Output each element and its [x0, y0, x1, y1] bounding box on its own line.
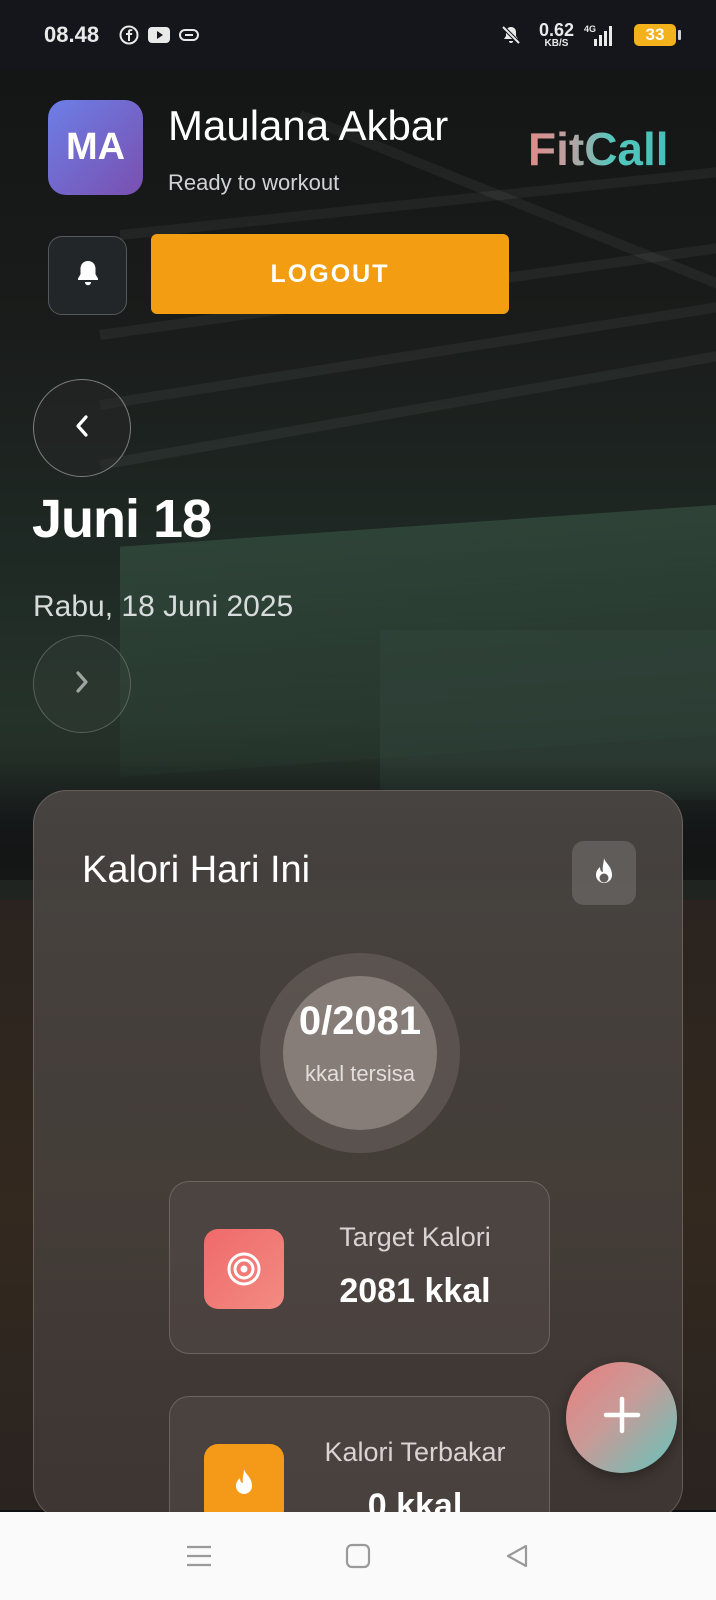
next-date-button[interactable] [33, 635, 131, 733]
stat-value: 2081 kkal [339, 1272, 491, 1310]
back-icon[interactable] [497, 1536, 537, 1576]
stat-label: Kalori Terbakar [324, 1437, 506, 1467]
logout-button[interactable]: LOGOUT [151, 234, 509, 314]
brand-logo: FitCall [528, 123, 669, 175]
svg-text:4G: 4G [584, 24, 596, 34]
target-icon [204, 1229, 284, 1309]
facebook-icon [117, 24, 141, 46]
youtube-icon [147, 24, 171, 46]
mute-icon [499, 24, 523, 46]
card-title: Kalori Hari Ini [82, 849, 311, 891]
menu-icon[interactable] [179, 1536, 219, 1576]
avatar[interactable]: MA [48, 100, 143, 195]
stat-target-calories: Target Kalori 2081 kkal [169, 1181, 550, 1354]
plus-icon [602, 1395, 642, 1440]
stat-burned-calories: Kalori Terbakar 0 kkal [169, 1396, 550, 1519]
stat-label: Target Kalori [339, 1222, 491, 1252]
net-speed: 0.62 KB/S [538, 20, 574, 49]
calorie-remaining-value: 0/2081 [298, 999, 422, 1043]
previous-date-button[interactable] [33, 379, 131, 477]
chevron-right-icon [72, 668, 92, 701]
calorie-remaining-label: kkal tersisa [304, 1061, 416, 1086]
link-icon [177, 24, 201, 46]
add-button[interactable] [566, 1362, 677, 1473]
status-time: 08.48 [44, 22, 100, 47]
flame-icon [572, 841, 636, 905]
flame-icon [204, 1444, 284, 1519]
date-subtitle: Rabu, 18 Juni 2025 [33, 590, 294, 623]
home-icon[interactable] [338, 1536, 378, 1576]
signal-icon: 4G [584, 24, 618, 46]
battery-icon: 33 [634, 24, 681, 46]
bell-icon [75, 259, 101, 292]
user-subtitle: Ready to workout [168, 170, 340, 195]
system-navigation-bar [0, 1512, 716, 1600]
notification-button[interactable] [48, 236, 127, 315]
chevron-left-icon [72, 412, 92, 445]
date-title: Juni 18 [32, 489, 212, 549]
status-bar: 08.48 0.62 KB/S 4G 33 [0, 0, 716, 70]
user-name: Maulana Akbar [168, 102, 449, 149]
